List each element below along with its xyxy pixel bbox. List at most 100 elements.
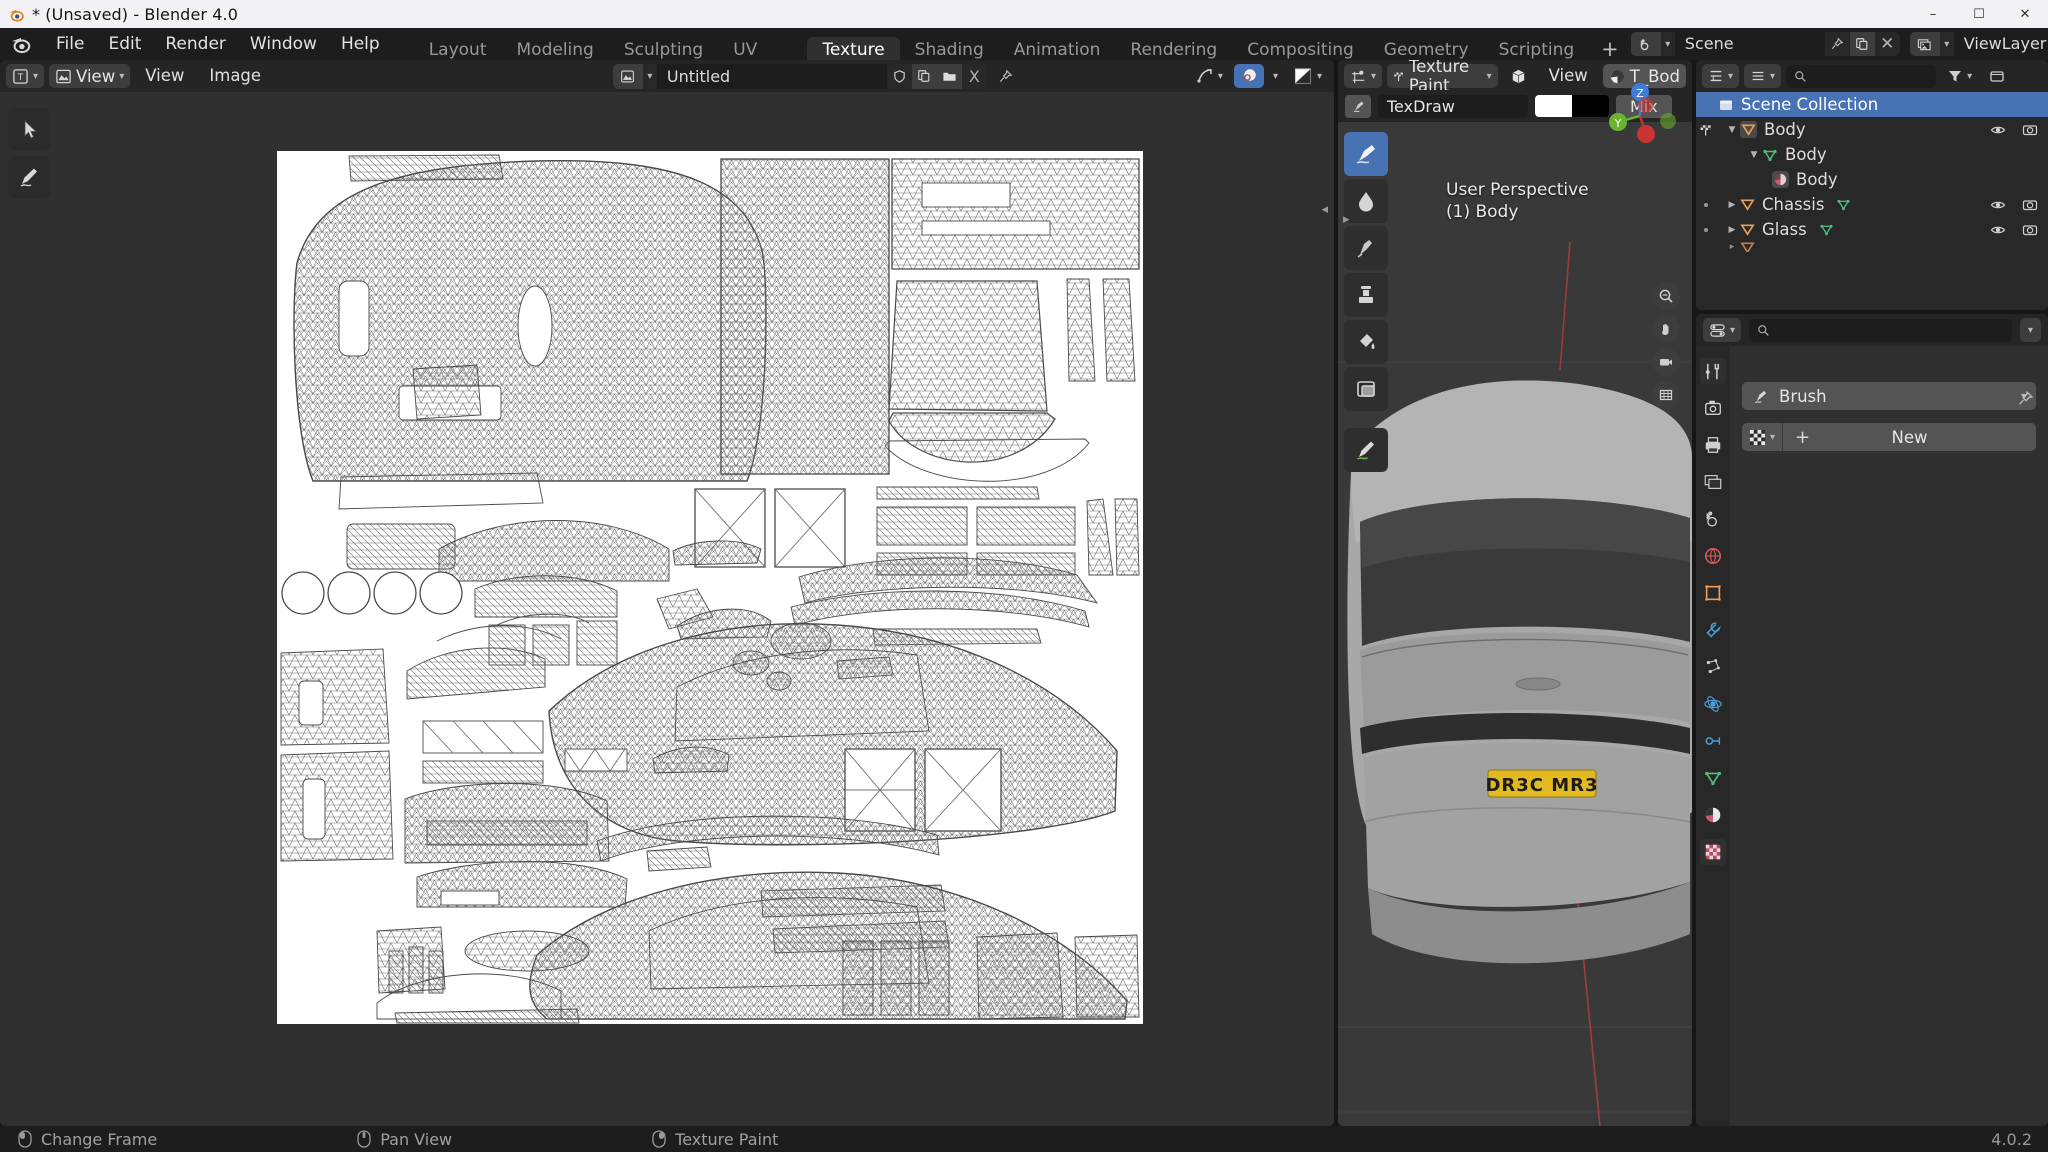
uv-snap-toggle[interactable]: ▾ [1190,64,1229,88]
outliner-new-collection-icon[interactable] [1983,64,2011,88]
eye-icon[interactable] [1990,122,2006,138]
properties-tab-physics[interactable] [1700,691,1726,717]
new-texture-button[interactable]: + New [1782,423,2036,451]
pin-icon[interactable] [2017,390,2034,407]
menu-render[interactable]: Render [153,28,238,60]
menu-help[interactable]: Help [329,28,392,60]
scene-selector[interactable]: ▾ Scene ✕ [1630,32,1900,56]
outliner-row-scene-collection[interactable]: Scene Collection [1696,92,2048,117]
expander[interactable]: ▶ [1724,225,1740,235]
tool-soften[interactable] [1344,179,1388,223]
viewlayer-selector[interactable]: ▾ ViewLayer ✕ [1909,32,2048,56]
image-editor-sidebar-collapse[interactable]: ◂ [1321,202,1328,217]
tool-draw-brush[interactable] [1344,132,1388,176]
properties-editor-type-button[interactable]: ▾ [1703,318,1742,342]
open-image-folder-icon[interactable] [936,63,962,89]
outliner-row-body-mesh[interactable]: ▼ Body [1696,142,2048,167]
outliner-row-body-object[interactable]: ▼ Body [1696,117,2048,142]
properties-search-field[interactable] [1776,321,2004,339]
brush-icon[interactable] [1345,94,1371,118]
viewport-sidebar-collapse[interactable]: ▸ [1343,212,1350,227]
unlink-image-icon[interactable]: X [962,64,987,89]
outliner-search-input[interactable] [1786,64,1937,88]
duplicate-scene-icon[interactable] [1849,32,1875,56]
viewport-canvas[interactable]: DR3C MR3 [1338,122,1692,1126]
camera-icon[interactable] [2022,122,2038,138]
uv-proportional-falloff[interactable]: ▾ [1269,64,1282,88]
camera-icon[interactable] [2022,222,2038,238]
camera-icon[interactable] [2022,197,2038,213]
properties-tab-tool[interactable] [1700,358,1726,384]
properties-tab-modifier[interactable] [1700,617,1726,643]
viewport-menu-view[interactable]: View [1539,64,1598,88]
outliner-filter-icon[interactable]: ▾ [1941,64,1978,88]
navigation-gizmo[interactable]: Z Y [1602,78,1678,154]
expander[interactable]: ▼ [1746,150,1762,160]
fake-user-shield-icon[interactable] [887,64,912,89]
properties-tab-data[interactable] [1700,765,1726,791]
eye-icon[interactable] [1990,197,2006,213]
outliner-row-glass[interactable]: ▶ Glass [1696,217,2048,242]
properties-tab-constraints[interactable] [1700,728,1726,754]
image-editor-menu-view[interactable]: View [135,64,194,88]
image-datablock-selector[interactable]: ▾ Untitled X [612,63,987,89]
texture-context-selector[interactable]: Brush ▾ [1742,382,2036,410]
pin-icon[interactable] [1825,32,1850,56]
tool-annotate[interactable] [1344,428,1388,472]
viewport-object-icon[interactable] [1503,64,1534,88]
properties-options-button[interactable]: ▾ [2019,318,2041,342]
tool-annotate[interactable] [8,156,50,198]
viewport-editor-type-button[interactable]: ▾ [1344,64,1383,88]
uv-image-canvas[interactable] [277,151,1143,1024]
eye-icon[interactable] [1990,222,2006,238]
menu-file[interactable]: File [44,28,96,60]
outliner-display-mode-button[interactable]: ▾ [1744,64,1782,88]
tool-fill[interactable] [1344,320,1388,364]
new-image-copy-icon[interactable] [911,63,937,89]
tool-mask[interactable] [1344,367,1388,411]
image-editor-menu-image[interactable]: Image [199,64,271,88]
outliner-row-body-material[interactable]: Body [1696,167,2048,192]
properties-search-input[interactable] [1749,318,2012,342]
pan-hand-icon[interactable] [1652,315,1680,343]
viewlayer-name[interactable]: ViewLayer [1953,32,2048,56]
properties-tab-scene[interactable] [1700,506,1726,532]
uv-proportional-toggle[interactable] [1233,64,1264,88]
tool-smear[interactable] [1344,226,1388,270]
pin-image-icon[interactable] [992,64,1020,88]
blender-menu-icon[interactable] [10,33,32,55]
minimize-button[interactable]: – [1910,0,1956,28]
outliner-row-chassis[interactable]: ▶ Chassis [1696,192,2048,217]
properties-tab-viewlayer[interactable] [1700,469,1726,495]
tool-clone[interactable] [1344,273,1388,317]
outliner-editor-type-button[interactable]: ▾ [1702,64,1740,88]
properties-tab-world[interactable] [1700,543,1726,569]
expander[interactable]: ▸ [1724,242,1740,252]
tool-tweak[interactable] [8,108,50,150]
close-button[interactable]: ✕ [2002,0,2048,28]
expander[interactable]: ▶ [1724,200,1740,210]
editor-type-button[interactable]: T ▾ [6,64,45,88]
image-name-field[interactable]: Untitled [656,63,887,89]
outliner-row-clipped[interactable]: ▸ [1696,242,2048,252]
menu-edit[interactable]: Edit [96,28,153,60]
camera-icon[interactable] [1652,348,1680,376]
zoom-icon[interactable] [1652,282,1680,310]
texture-browse-button[interactable]: ▾ [1742,423,1783,451]
add-workspace-button[interactable]: + [1589,36,1631,62]
brush-color-primary[interactable] [1535,95,1572,117]
viewport-mode-selector[interactable]: Texture Paint ▾ [1387,60,1498,95]
brush-name-field[interactable]: TexDraw [1378,94,1528,118]
image-browse-icon[interactable] [612,63,643,89]
ortho-persp-icon[interactable] [1652,381,1680,409]
properties-tab-texture[interactable] [1700,839,1726,865]
menu-window[interactable]: Window [238,28,329,60]
properties-tab-render[interactable] [1700,395,1726,421]
properties-tab-object[interactable] [1700,580,1726,606]
maximize-button[interactable]: ☐ [1956,0,2002,28]
scene-name[interactable]: Scene [1674,32,1825,56]
display-channels-button[interactable]: ▾ [1287,64,1328,88]
unlink-scene-icon[interactable]: ✕ [1875,32,1900,56]
image-editor-mode-button[interactable]: View ▾ [49,64,131,88]
properties-tab-material[interactable] [1700,802,1726,828]
